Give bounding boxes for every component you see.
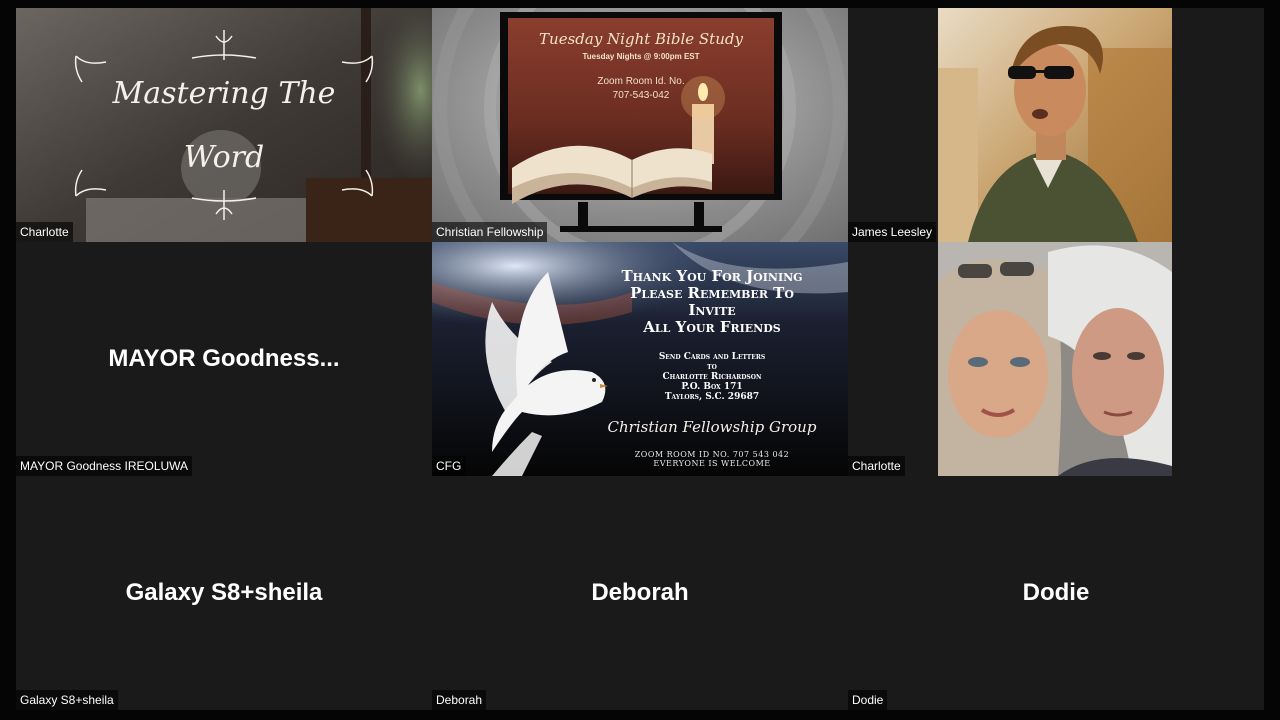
participant-tile-charlotte[interactable]: Mastering The Word Charlotte (16, 8, 432, 242)
participant-name-label: Christian Fellowship (432, 222, 548, 242)
zoom-room-number: 707-543-042 (612, 90, 670, 101)
send-cards-block: Send Cards and Letters to Charlotte Rich… (562, 352, 848, 402)
participant-display-name: Dodie (1022, 579, 1090, 606)
participant-tile-charlotte-2[interactable]: Charlotte (848, 242, 1264, 476)
participant-video (938, 242, 1172, 476)
send-line-5: Taylors, S.C. 29687 (664, 392, 760, 402)
flyer-footer: Zoom Room ID No. 707 543 042 Everyone is… (562, 450, 848, 468)
participant-name-label: Dodie (848, 690, 888, 710)
participant-name-label: James Leesley (848, 222, 937, 242)
participant-name-label: Charlotte (16, 222, 73, 242)
send-line-2: to (707, 362, 717, 372)
thank-you-heading: Thank You For Joining Please Remember To… (562, 268, 848, 336)
bible-study-title: Tuesday Night Bible Study (539, 30, 743, 48)
group-name: Christian Fellowship Group (607, 418, 817, 436)
bible-study-subtitle: Tuesday Nights @ 9:00pm EST (582, 52, 700, 61)
james-leesley-photo (938, 8, 1172, 242)
participant-tile-christian-fellowship[interactable]: Tuesday Night Bible Study Tuesday Nights… (432, 8, 848, 242)
send-line-4: P.O. Box 171 (681, 382, 743, 392)
mastering-line-2: Word (183, 140, 265, 175)
heading-line-1: Thank You For Joining (621, 267, 803, 285)
participant-display-name: Deborah (591, 579, 689, 606)
participant-display-name: MAYOR Goodness... (108, 345, 340, 372)
participant-tile-cfg[interactable]: Thank You For Joining Please Remember To… (432, 242, 848, 476)
heading-line-3: Invite (688, 301, 736, 319)
couple-photo (938, 242, 1172, 476)
mastering-the-word-image (16, 8, 432, 242)
participant-name-label: Galaxy S8+sheila (16, 690, 118, 710)
gallery-view: Mastering The Word Charlotte Tuesday Nig… (0, 0, 1280, 720)
participant-tile-dodie[interactable]: Dodie Dodie (848, 476, 1264, 710)
participant-tile-galaxy-s8-sheila[interactable]: Galaxy S8+sheila Galaxy S8+sheila (16, 476, 432, 710)
participant-tile-mayor-goodness[interactable]: MAYOR Goodness... MAYOR Goodness IREOLUW… (16, 242, 432, 476)
participant-name-label: MAYOR Goodness IREOLUWA (16, 456, 193, 476)
participant-video (938, 8, 1172, 242)
zoom-room-label: Zoom Room Id. No. (597, 76, 685, 87)
heading-line-2: Please Remember To (630, 284, 794, 302)
send-line-1: Send Cards and Letters (658, 352, 766, 362)
participant-name-label: Deborah (432, 690, 487, 710)
participant-tile-deborah[interactable]: Deborah Deborah (432, 476, 848, 710)
participant-tile-james-leesley[interactable]: James Leesley (848, 8, 1264, 242)
participant-display-name: Galaxy S8+sheila (125, 579, 323, 606)
heading-line-4: All Your Friends (643, 318, 781, 336)
participant-name-label: Charlotte (848, 456, 905, 476)
footer-line-1: Zoom Room ID No. 707 543 042 (634, 450, 790, 459)
footer-line-2: Everyone is Welcome (653, 459, 771, 468)
send-line-3: Charlotte Richardson (662, 372, 762, 382)
mastering-line-1: Mastering The (112, 76, 336, 111)
participant-name-label: CFG (432, 456, 466, 476)
participant-grid: Mastering The Word Charlotte Tuesday Nig… (16, 8, 1264, 710)
